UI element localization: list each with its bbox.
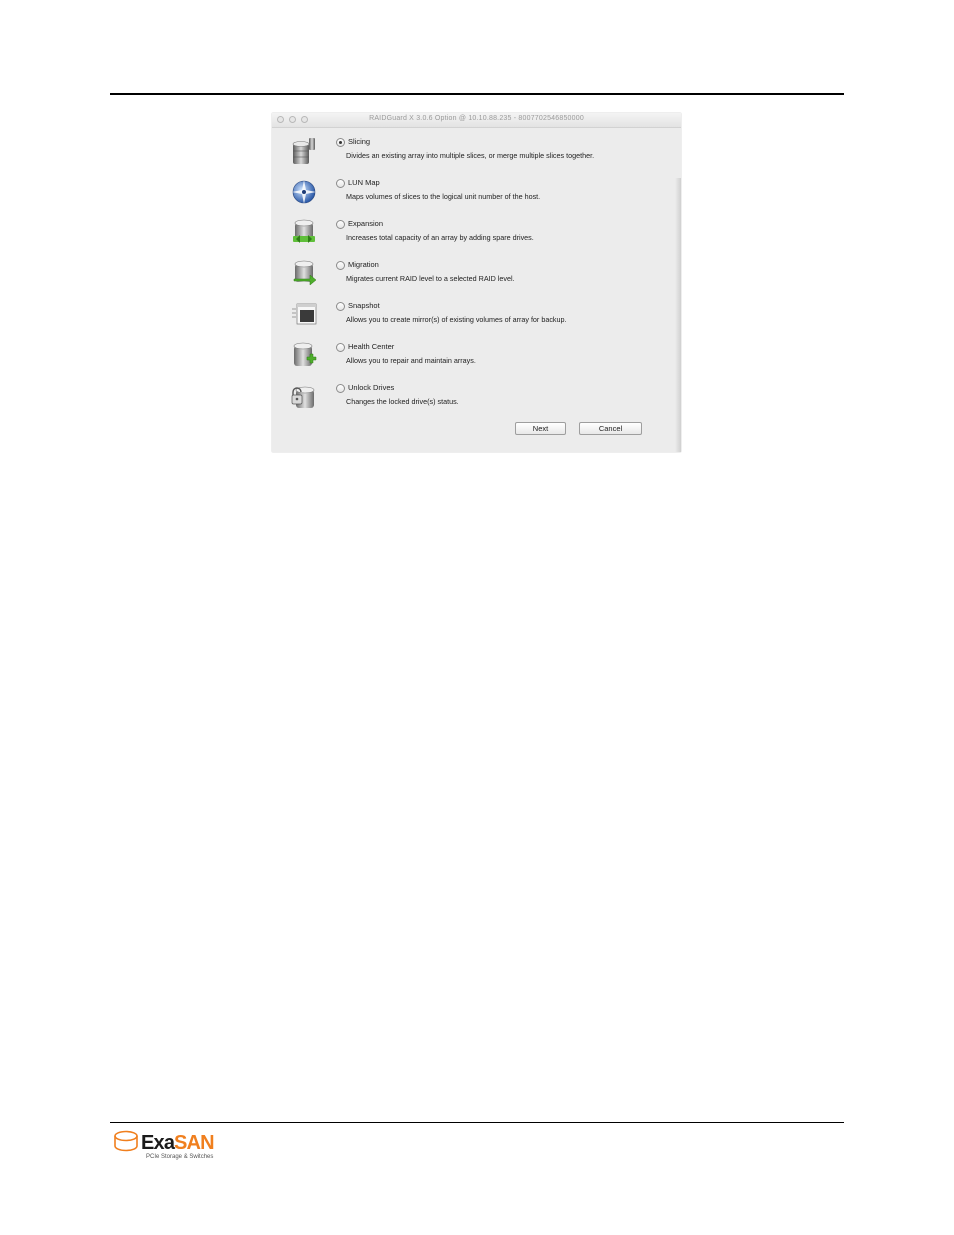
option-migration-radio[interactable] [336,261,345,270]
option-slicing-radio[interactable] [336,138,345,147]
option-lun-map-radio[interactable] [336,179,345,188]
option-migration-description: Migrates current RAID level to a selecte… [346,274,515,283]
option-expansion[interactable]: Expansion Increases total capacity of an… [272,218,681,258]
option-lun-map[interactable]: LUN Map Maps volumes of slices to the lo… [272,177,681,217]
option-unlock-drives-label: Unlock Drives [348,383,395,392]
expansion-icon [293,219,315,243]
option-snapshot-label: Snapshot [348,301,380,310]
logo-tagline: PCIe Storage & Switches [146,1154,213,1160]
logo-wordmark-suffix: SAN [174,1132,214,1154]
option-expansion-label: Expansion [348,219,384,228]
footer-rule [110,1122,844,1123]
exasan-logo: Exa SAN PCIe Storage & Switches [114,1130,215,1160]
option-unlock-drives-description: Changes the locked drive(s) status. [346,397,459,406]
option-snapshot-description: Allows you to create mirror(s) of existi… [346,315,567,324]
option-slicing[interactable]: Slicing Divides an existing array into m… [272,136,681,176]
logo-wordmark-prefix: Exa [141,1132,176,1154]
option-slicing-label: Slicing [348,137,371,146]
lun-map-icon [292,180,316,204]
option-snapshot-radio[interactable] [336,302,345,311]
option-migration[interactable]: Migration Migrates current RAID level to… [272,259,681,299]
unlock-drives-icon [291,386,315,408]
option-unlock-drives[interactable]: Unlock Drives Changes the locked drive(s… [272,382,681,422]
next-button[interactable]: Next [515,422,566,435]
option-lun-map-description: Maps volumes of slices to the logical un… [346,192,541,201]
option-health-center[interactable]: Health Center Allows you to repair and m… [272,341,681,381]
title-bar[interactable]: RAIDGuard X 3.0.6 Option @ 10.10.88.235 … [272,113,681,128]
raidguard-option-dialog: RAIDGuard X 3.0.6 Option @ 10.10.88.235 … [272,113,681,452]
option-lun-map-label: LUN Map [348,178,380,187]
option-expansion-radio[interactable] [336,220,345,229]
option-snapshot[interactable]: Snapshot Allows you to create mirror(s) … [272,300,681,340]
option-unlock-drives-radio[interactable] [336,384,345,393]
option-expansion-description: Increases total capacity of an array by … [346,233,534,242]
option-slicing-description: Divides an existing array into multiple … [346,151,595,160]
option-health-center-label: Health Center [348,342,395,351]
option-health-center-description: Allows you to repair and maintain arrays… [346,356,476,365]
snapshot-icon [292,303,317,325]
window-title: RAIDGuard X 3.0.6 Option @ 10.10.88.235 … [369,115,584,122]
option-health-center-radio[interactable] [336,343,345,352]
window-edge-shadow [675,178,681,452]
cancel-button[interactable]: Cancel [579,422,642,435]
health-center-icon [293,342,317,366]
option-migration-label: Migration [348,260,379,269]
header-rule [110,93,844,95]
slicing-icon [292,138,315,164]
migration-icon [293,260,317,286]
